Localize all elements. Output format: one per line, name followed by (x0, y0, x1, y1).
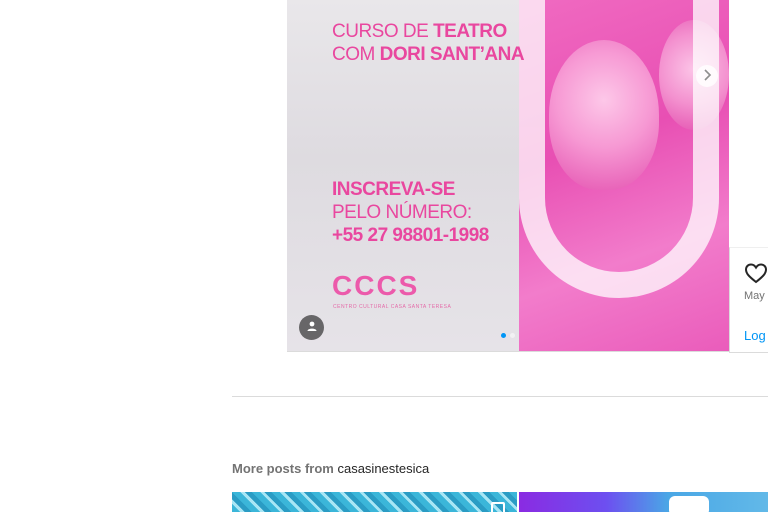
more-post-thumbnail[interactable] (519, 492, 768, 512)
more-posts-author-link[interactable]: casasinestesica (337, 461, 429, 476)
carousel-dot (510, 333, 515, 338)
poster-logo: CCCS (332, 270, 420, 301)
more-post-thumbnail[interactable] (232, 492, 517, 512)
carousel-icon (491, 502, 505, 512)
login-link[interactable]: Log (744, 328, 766, 343)
carousel-next-button[interactable] (696, 65, 718, 87)
signup-line1: INSCREVA-SE (332, 179, 455, 200)
section-divider (232, 396, 768, 397)
poster-signup-text: INSCREVA-SE PELO NÚMERO: +55 27 98801-19… (332, 178, 489, 247)
thumbnail-shape (669, 496, 709, 512)
more-posts-label: More posts from (232, 461, 334, 476)
signup-line2: PELO NÚMERO: (332, 202, 472, 223)
poster-logo-subtext: CENTRO CULTURAL CASA SANTA TERESA (333, 304, 452, 310)
course-line1-pre: CURSO DE (332, 21, 434, 42)
carousel-dot-active (501, 333, 506, 338)
post-date: May (744, 290, 765, 302)
poster-course-title: CURSO DE TEATRO COM DORI SANT’ANA (332, 20, 525, 66)
post-side-panel: May Log (729, 247, 768, 353)
course-line2-bold: DORI SANT’ANA (379, 44, 525, 65)
course-line1-bold: TEATRO (433, 21, 507, 42)
post-media: CURSO DE TEATRO COM DORI SANT’ANA INSCRE… (287, 0, 729, 352)
user-tag-button[interactable] (299, 315, 324, 340)
heart-icon[interactable] (744, 262, 768, 289)
course-line2-pre: COM (332, 44, 380, 65)
signup-phone: +55 27 98801-1998 (332, 225, 489, 246)
user-icon (306, 319, 318, 337)
chevron-right-icon (702, 68, 712, 84)
poster-u-shape (519, 0, 719, 298)
more-posts-heading: More posts from casasinestesica (232, 461, 429, 476)
carousel-indicator (501, 333, 515, 338)
